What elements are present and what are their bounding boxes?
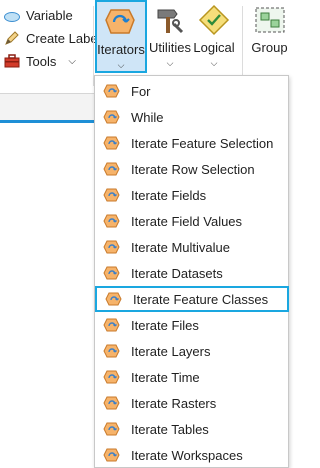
iterator-icon	[105, 292, 122, 306]
tools-button[interactable]: Tools ⌵	[4, 50, 76, 72]
variable-icon	[4, 11, 20, 22]
menu-item[interactable]: Iterate Time	[95, 364, 288, 390]
tools-label: Tools	[26, 53, 57, 69]
chevron-down-icon: ⌵	[210, 58, 218, 68]
menu-item[interactable]: For	[95, 78, 288, 104]
variable-button[interactable]: Variable	[4, 4, 73, 26]
menu-item-label: While	[131, 109, 164, 125]
menu-item[interactable]: Iterate Workspaces	[95, 442, 288, 468]
menu-item[interactable]: Iterate Multivalue	[95, 234, 288, 260]
iterators-menu: For While Iterate Feature Selection Iterate…	[94, 75, 289, 468]
menu-item[interactable]: Iterate Feature Classes	[95, 286, 289, 312]
group-icon	[255, 7, 284, 33]
utilities-icon	[157, 9, 184, 34]
menu-item-label: Iterate Field Values	[131, 213, 243, 229]
menu-item-label: Iterate Multivalue	[131, 239, 230, 255]
iterator-icon	[103, 396, 120, 410]
menu-item[interactable]: Iterate Layers	[95, 338, 288, 364]
iterator-icon	[103, 422, 120, 436]
menu-item-label: Iterate Tables	[131, 421, 209, 437]
menu-item[interactable]: Iterate Row Selection	[95, 156, 288, 182]
menu-item-label: Iterate Layers	[131, 343, 211, 359]
iterator-icon	[103, 448, 120, 462]
iterator-icon	[103, 344, 120, 358]
menu-item-label: Iterate Rasters	[131, 395, 217, 411]
utilities-button[interactable]: Utilities ⌵	[148, 0, 192, 73]
iterator-icon	[103, 136, 120, 150]
menu-item-label: For	[131, 83, 151, 99]
logical-label: Logical	[193, 40, 235, 55]
create-label-text: Create Label	[26, 30, 101, 46]
iterator-icon	[103, 370, 120, 384]
variable-label: Variable	[26, 7, 73, 23]
menu-item-label: Iterate Files	[131, 317, 199, 333]
menu-item[interactable]: Iterate Field Values	[95, 208, 288, 234]
menu-item-label: Iterate Feature Classes	[133, 291, 269, 307]
menu-item[interactable]: Iterate Files	[95, 312, 288, 338]
iterator-icon	[103, 214, 120, 228]
ribbon-divider	[93, 6, 94, 86]
iterator-icon	[103, 318, 120, 332]
logical-button[interactable]: Logical ⌵	[193, 0, 235, 73]
menu-item-label: Iterate Time	[131, 369, 200, 385]
menu-item[interactable]: Iterate Datasets	[95, 260, 288, 286]
iterator-icon	[103, 84, 120, 98]
menu-item[interactable]: Iterate Fields	[95, 182, 288, 208]
create-label-button[interactable]: Create Label	[4, 27, 100, 49]
menu-item[interactable]: Iterate Rasters	[95, 390, 288, 416]
iterators-icon	[105, 9, 135, 34]
pen-icon	[4, 30, 20, 46]
iterator-icon	[103, 162, 120, 176]
logical-icon	[198, 4, 230, 36]
utilities-label: Utilities	[149, 40, 191, 55]
tools-chevron-down-icon: ⌵	[68, 55, 76, 67]
menu-item-label: Iterate Workspaces	[131, 447, 243, 463]
toolbox-icon	[4, 53, 20, 69]
menu-item-label: Iterate Feature Selection	[131, 135, 274, 151]
ribbon-divider	[242, 6, 243, 86]
menu-item[interactable]: Iterate Feature Selection	[95, 130, 288, 156]
menu-item[interactable]: Iterate Tables	[95, 416, 288, 442]
menu-item-label: Iterate Fields	[131, 187, 207, 203]
iterator-icon	[103, 266, 120, 280]
chevron-down-icon: ⌵	[117, 60, 125, 70]
menu-item-label: Iterate Datasets	[131, 265, 223, 281]
iterators-label: Iterators	[97, 42, 145, 57]
iterator-icon	[103, 188, 120, 202]
iterator-icon	[103, 110, 120, 124]
group-button[interactable]: Group	[250, 0, 289, 73]
menu-item-label: Iterate Row Selection	[131, 161, 255, 177]
menu-item[interactable]: While	[95, 104, 288, 130]
iterator-icon	[103, 240, 120, 254]
group-label: Group	[251, 40, 288, 55]
iterators-button[interactable]: Iterators ⌵	[95, 0, 147, 73]
chevron-down-icon: ⌵	[166, 58, 174, 68]
